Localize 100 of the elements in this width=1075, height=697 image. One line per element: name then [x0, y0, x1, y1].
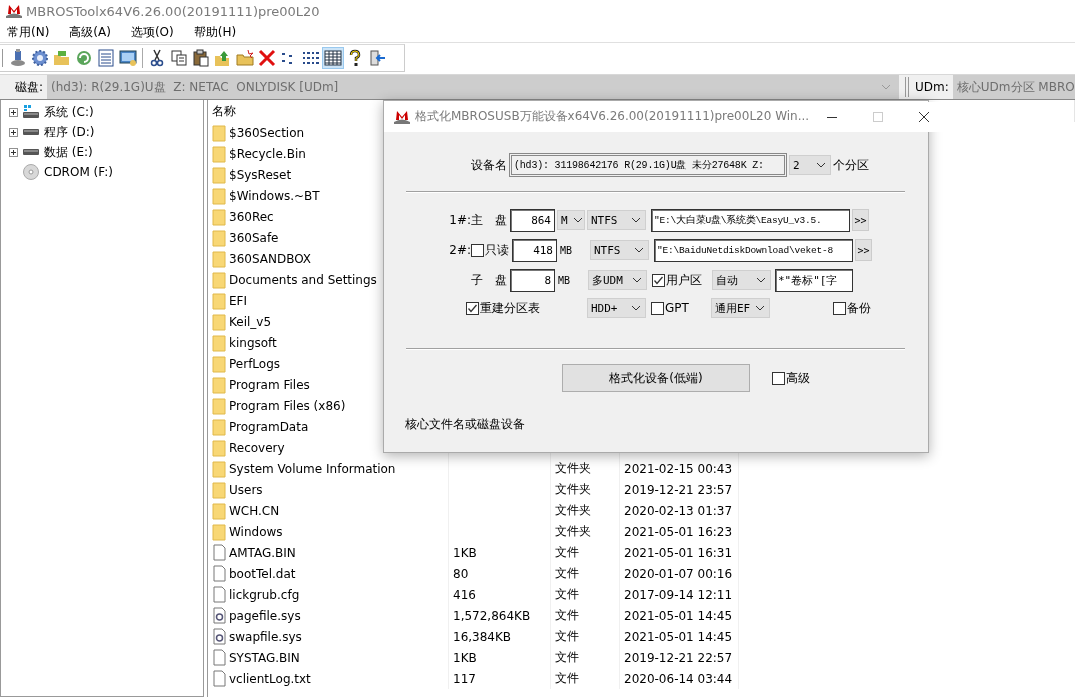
file-date: 2019-12-21 23:57 — [624, 482, 733, 497]
dropdown[interactable]: 2 — [789, 155, 831, 175]
file-name[interactable]: $360Section — [229, 125, 305, 140]
file-name[interactable]: Program Files — [229, 377, 310, 392]
file-name[interactable]: 360Safe — [229, 230, 279, 245]
folder-icon — [212, 501, 226, 520]
file-name[interactable]: bootTel.dat — [229, 566, 296, 581]
checkbox[interactable] — [833, 301, 846, 315]
file-name[interactable]: lickgrub.cfg — [229, 587, 300, 602]
checkbox-label: 只读 — [485, 241, 509, 259]
format-button[interactable]: 格式化设备(低端) — [562, 364, 750, 392]
unit-label: MB — [559, 244, 574, 256]
gear-icon — [31, 49, 49, 67]
paste-button[interactable] — [190, 47, 212, 69]
folder-icon — [212, 522, 226, 541]
drive-icon — [22, 148, 40, 156]
file-name[interactable]: kingsoft — [229, 335, 277, 350]
checkbox[interactable] — [652, 273, 665, 287]
menu-item[interactable]: 常用(N) — [7, 23, 50, 41]
path-field[interactable]: "E:\大白菜U盘\系统类\EasyU_v3.5. — [651, 208, 850, 232]
path-field[interactable]: "E:\BaiduNetdiskDownload\veket-8 — [654, 238, 853, 262]
file-name[interactable]: 360SANDBOX — [229, 251, 312, 266]
copy-button[interactable] — [168, 47, 190, 69]
file-name[interactable]: $SysReset — [229, 167, 292, 182]
tree-item[interactable]: 程序 (D:) — [44, 123, 95, 141]
checkbox[interactable] — [471, 243, 484, 257]
file-type: 文件 — [555, 607, 579, 624]
caret-icon — [881, 84, 892, 90]
file-type: 文件 — [555, 670, 579, 687]
file-name[interactable]: Windows — [229, 524, 283, 539]
file-name[interactable]: ProgramData — [229, 419, 309, 434]
file-name[interactable]: Documents and Settings — [229, 272, 377, 287]
file-type: 文件夹 — [555, 523, 591, 540]
file-date: 2020-02-13 01:37 — [624, 503, 733, 518]
monitor-icon — [119, 49, 137, 67]
monitor-button[interactable] — [117, 47, 139, 69]
browse-button[interactable]: >> — [855, 239, 872, 261]
size-field[interactable]: 418 — [512, 238, 557, 262]
file-name[interactable]: SYSTAG.BIN — [229, 650, 300, 665]
file-name[interactable]: WCH.CN — [229, 503, 280, 518]
dropdown[interactable]: 多UDM — [588, 270, 647, 290]
tree-item[interactable]: 系统 (C:) — [44, 103, 94, 121]
file-icon — [212, 669, 226, 688]
size-field[interactable]: 864 — [510, 208, 555, 232]
file-size: 1KB — [453, 545, 477, 560]
dropdown[interactable]: HDD+ — [587, 298, 646, 318]
expand-icon[interactable] — [9, 147, 18, 157]
file-name[interactable]: swapfile.sys — [229, 629, 302, 644]
dropdown[interactable]: NTFS — [590, 240, 649, 260]
browse-button[interactable]: >> — [852, 209, 869, 231]
file-type: 文件夹 — [555, 481, 591, 498]
file-name[interactable]: Program Files (x86) — [229, 398, 346, 413]
dialog-title: 格式化MBROSUSB万能设备x64V6.26.00(20191111)pre00L20 Win... — [415, 108, 810, 125]
file-name[interactable]: AMTAG.BIN — [229, 545, 296, 560]
checkbox[interactable] — [466, 301, 479, 315]
dropdown[interactable]: 通用EF — [711, 298, 770, 318]
folder-icon — [212, 417, 226, 436]
volume-field[interactable]: *"卷标"[字 — [775, 268, 853, 292]
file-type: 文件 — [555, 565, 579, 582]
file-name[interactable]: Users — [229, 482, 263, 497]
expand-icon[interactable] — [9, 127, 18, 137]
file-name[interactable]: $Windows.~BT — [229, 188, 320, 203]
file-date: 2019-12-21 22:57 — [624, 650, 733, 665]
checkbox[interactable] — [651, 301, 664, 315]
folder-icon — [212, 249, 226, 268]
details-view-button[interactable] — [322, 47, 344, 69]
file-date: 2021-02-15 00:43 — [624, 461, 733, 476]
dropdown[interactable]: 自动 — [712, 270, 771, 290]
folder-icon — [212, 291, 226, 310]
menu-item[interactable]: 帮助(H) — [193, 23, 237, 41]
gear-file-icon — [212, 606, 226, 625]
file-name[interactable]: 360Rec — [229, 209, 274, 224]
tree-item[interactable]: CDROM (F:) — [44, 165, 113, 179]
dropdown[interactable]: NTFS — [587, 210, 646, 230]
file-name[interactable]: Recovery — [229, 440, 285, 455]
new-folder-button[interactable] — [234, 47, 256, 69]
dropdown[interactable]: M — [557, 210, 585, 230]
device-field[interactable]: (hd3): 31198642176 R(29.1G)U盘 未分27648K Z: — [509, 153, 787, 177]
file-date: 2021-05-01 16:23 — [624, 524, 733, 539]
field-label: 个分区 — [833, 156, 869, 174]
delete-button[interactable] — [256, 47, 278, 69]
menu-item[interactable]: 高级(A) — [69, 23, 111, 41]
size-field[interactable]: 8 — [510, 268, 555, 292]
file-name[interactable]: Keil_v5 — [229, 314, 272, 329]
file-name[interactable]: $Recycle.Bin — [229, 146, 306, 161]
file-name[interactable]: pagefile.sys — [229, 608, 301, 623]
column-header[interactable]: 名称 — [212, 102, 236, 120]
file-name[interactable]: System Volume Information — [229, 461, 396, 476]
checkbox[interactable] — [772, 371, 785, 385]
file-name[interactable]: PerfLogs — [229, 356, 281, 371]
disk-value: (hd3): R(29.1G)U盘 Z: NETAC ONLYDISK [UDm] — [51, 78, 339, 96]
tree-item[interactable]: 数据 (E:) — [44, 143, 93, 161]
expand-icon[interactable] — [9, 107, 18, 117]
file-name[interactable]: vclientLog.txt — [229, 671, 311, 686]
file-icon — [212, 648, 226, 667]
caret-icon — [632, 277, 642, 283]
gear-button[interactable] — [29, 47, 51, 69]
file-name[interactable]: EFI — [229, 293, 248, 308]
file-type: 文件 — [555, 628, 579, 645]
menu-item[interactable]: 选项(O) — [130, 23, 174, 41]
